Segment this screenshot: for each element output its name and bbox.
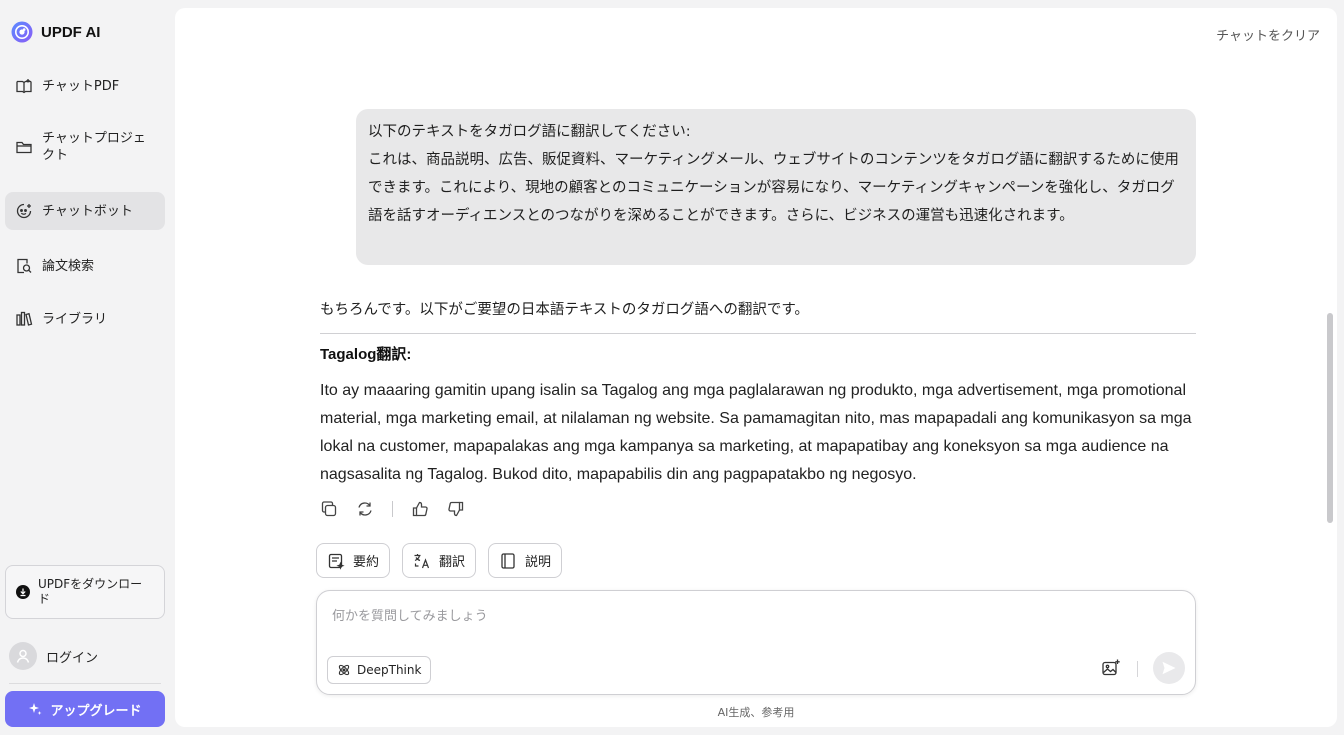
composer: DeepThink	[316, 590, 1196, 695]
upgrade-label: アップグレード	[50, 703, 142, 719]
brand[interactable]: UPDF AI	[11, 20, 100, 44]
thumbs-up-icon[interactable]	[411, 500, 429, 518]
sidebar-item-chat-pdf[interactable]: チャットPDF	[5, 72, 165, 100]
sparkle-icon	[29, 703, 42, 715]
assistant-intro: もちろんです。以下がご要望の日本語テキストのタガログ語への翻訳です。	[320, 302, 809, 318]
sidebar-item-library[interactable]: ライブラリ	[5, 306, 165, 332]
download-updf-button[interactable]: UPDFをダウンロード	[5, 565, 165, 619]
summary-icon	[328, 553, 345, 570]
deepthink-label: DeepThink	[357, 663, 422, 677]
user-icon	[16, 649, 30, 663]
action-divider	[392, 501, 393, 517]
quick-actions: 要約 翻訳 説明	[316, 543, 563, 578]
image-upload-icon[interactable]	[1101, 658, 1121, 678]
send-icon	[1162, 661, 1176, 675]
bot-icon	[16, 203, 32, 219]
sidebar-item-label: ライブラリ	[42, 311, 108, 327]
summarize-label: 要約	[353, 555, 380, 570]
chat-panel: チャットをクリア 以下のテキストをタガログ語に翻訳してください: これは、商品説…	[175, 8, 1337, 727]
answer-divider	[320, 333, 1196, 334]
translate-button[interactable]: 翻訳	[402, 543, 477, 578]
download-label: UPDFをダウンロード	[38, 577, 143, 606]
atom-icon	[338, 664, 350, 676]
copy-icon[interactable]	[320, 500, 338, 518]
footer-note: AI生成、参考用	[717, 706, 795, 719]
download-icon	[16, 585, 30, 599]
sidebar-item-label: 論文検索	[42, 258, 95, 274]
send-button[interactable]	[1153, 652, 1185, 684]
brand-name: UPDF AI	[41, 23, 101, 41]
upgrade-button[interactable]: アップグレード	[5, 691, 165, 727]
user-message-body: これは、商品説明、広告、販促資料、マーケティングメール、ウェブサイトのコンテンツ…	[368, 152, 1179, 224]
sidebar-item-chat-project[interactable]: チャットプロジェクト	[5, 126, 165, 168]
translate-label: 翻訳	[439, 555, 466, 570]
scrollbar[interactable]	[1327, 313, 1333, 523]
folder-icon	[16, 141, 32, 154]
deepthink-toggle[interactable]: DeepThink	[327, 656, 432, 684]
book-icon	[16, 79, 32, 94]
avatar	[9, 642, 37, 670]
sidebar-item-paper-search[interactable]: 論文検索	[5, 253, 165, 279]
notebook-icon	[501, 552, 515, 569]
sidebar-item-label: チャットプロジェクト	[42, 131, 146, 163]
translate-icon	[414, 553, 430, 568]
sidebar-divider	[9, 683, 161, 684]
user-message: 以下のテキストをタガログ語に翻訳してください: これは、商品説明、広告、販促資料…	[356, 109, 1196, 265]
sidebar-item-chatbot[interactable]: チャットボット	[5, 192, 165, 230]
explain-label: 説明	[525, 555, 552, 570]
assistant-heading: Tagalog翻訳:	[320, 346, 412, 363]
sidebar-item-label: チャットPDF	[42, 78, 120, 94]
sidebar-item-label: チャットボット	[42, 203, 133, 219]
login-button[interactable]: ログイン	[9, 642, 98, 670]
library-icon	[16, 311, 33, 326]
sidebar: UPDF AI チャットPDF チャットプロジェクト チャットボット 論文検索 …	[0, 0, 172, 735]
login-label: ログイン	[46, 650, 99, 666]
thumbs-down-icon[interactable]	[447, 500, 465, 518]
composer-divider	[1137, 661, 1138, 677]
assistant-body: Ito ay maaaring gamitin upang isalin sa …	[320, 382, 1192, 483]
document-search-icon	[17, 258, 32, 274]
summarize-button[interactable]: 要約	[316, 543, 391, 578]
explain-button[interactable]: 説明	[488, 543, 563, 578]
regenerate-icon[interactable]	[356, 500, 374, 518]
message-actions	[320, 500, 465, 518]
question-input[interactable]	[332, 605, 1172, 627]
user-message-title: 以下のテキストをタガログ語に翻訳してください:	[368, 124, 691, 140]
clear-chat-button[interactable]: チャットをクリア	[1216, 25, 1320, 44]
updf-logo-icon	[11, 21, 33, 43]
